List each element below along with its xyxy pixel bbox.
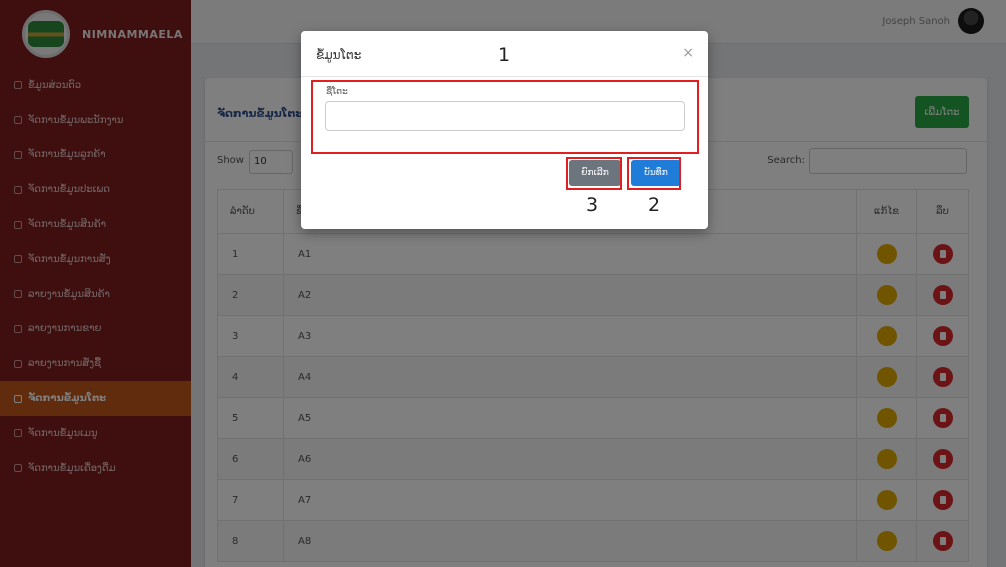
annotation-box-1 [311,80,699,154]
annotation-number-1: 1 [498,44,511,66]
annotation-box-2 [627,157,681,190]
annotation-number-3: 3 [586,194,599,216]
annotation-box-3 [566,157,622,190]
close-icon[interactable]: × [682,45,694,61]
annotation-number-2: 2 [648,194,661,216]
modal-title: ຂໍ້ມູນໂຕະ [316,48,362,62]
